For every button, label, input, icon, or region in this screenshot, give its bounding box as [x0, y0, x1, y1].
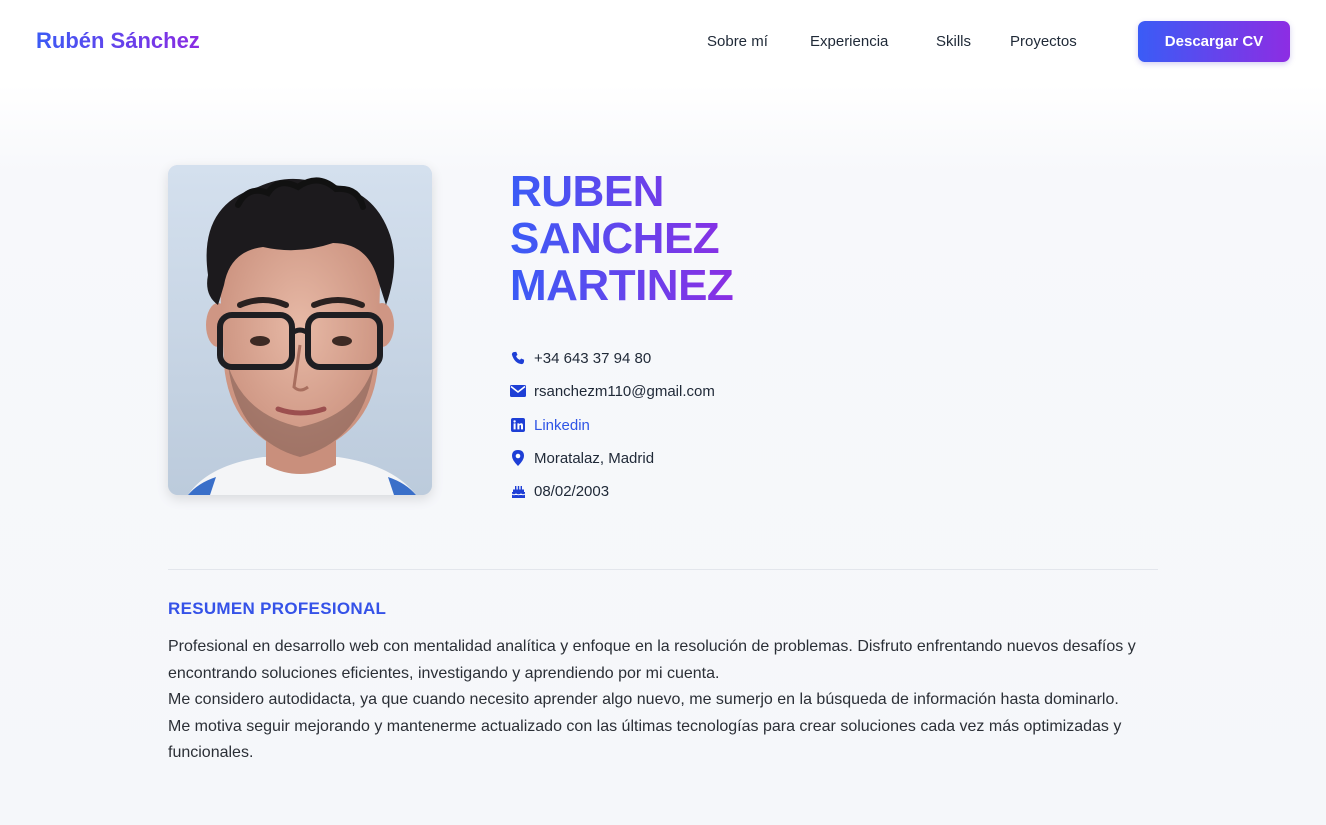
summary-section-title: RESUMEN PROFESIONAL [168, 599, 387, 618]
section-divider [168, 569, 1158, 570]
nav-link-skills[interactable]: Skills [936, 33, 971, 50]
phone-icon [510, 350, 526, 366]
contact-phone: +34 643 37 94 80 [510, 347, 651, 369]
contact-email: rsanchezm110@gmail.com [510, 380, 715, 402]
contact-location: Moratalaz, Madrid [510, 447, 654, 469]
summary-paragraph: Me considero autodidacta, ya que cuando … [168, 691, 1119, 708]
contact-linkedin[interactable]: Linkedin [510, 414, 590, 436]
birthday-cake-icon [510, 483, 526, 499]
map-pin-icon [510, 450, 526, 466]
contact-birthday: 08/02/2003 [510, 480, 609, 502]
top-navbar: Rubén Sánchez Sobre mí Experiencia Skill… [0, 0, 1326, 84]
brand-logo[interactable]: Rubén Sánchez [36, 28, 200, 54]
name-line-third: MARTINEZ [510, 261, 734, 310]
contact-birthday-text: 08/02/2003 [534, 482, 610, 500]
summary-paragraph: Profesional en desarrollo web con mental… [168, 638, 1136, 682]
nav-link-experiencia[interactable]: Experiencia [810, 33, 888, 50]
contact-email-text: rsanchezm110@gmail.com [534, 382, 715, 400]
profile-portrait-illustration [168, 165, 432, 495]
contact-location-text: Moratalaz, Madrid [534, 449, 655, 467]
contact-linkedin-link[interactable]: Linkedin [534, 417, 590, 434]
name-line-first: RUBEN [510, 167, 664, 216]
summary-text: Profesional en desarrollo web con mental… [168, 634, 1158, 767]
contact-phone-text: +34 643 37 94 80 [534, 349, 652, 367]
envelope-icon [510, 383, 526, 399]
profile-photo [168, 165, 432, 495]
profile-full-name: RUBEN SANCHEZ MARTINEZ [510, 168, 930, 309]
summary-paragraph: Me motiva seguir mejorando y mantenerme … [168, 717, 1122, 762]
name-line-second: SANCHEZ [510, 214, 720, 263]
linkedin-icon [510, 417, 526, 433]
nav-link-proyectos[interactable]: Proyectos [1010, 33, 1077, 50]
nav-link-sobre-mi[interactable]: Sobre mí [707, 33, 768, 50]
download-cv-button[interactable]: Descargar CV [1138, 21, 1290, 62]
